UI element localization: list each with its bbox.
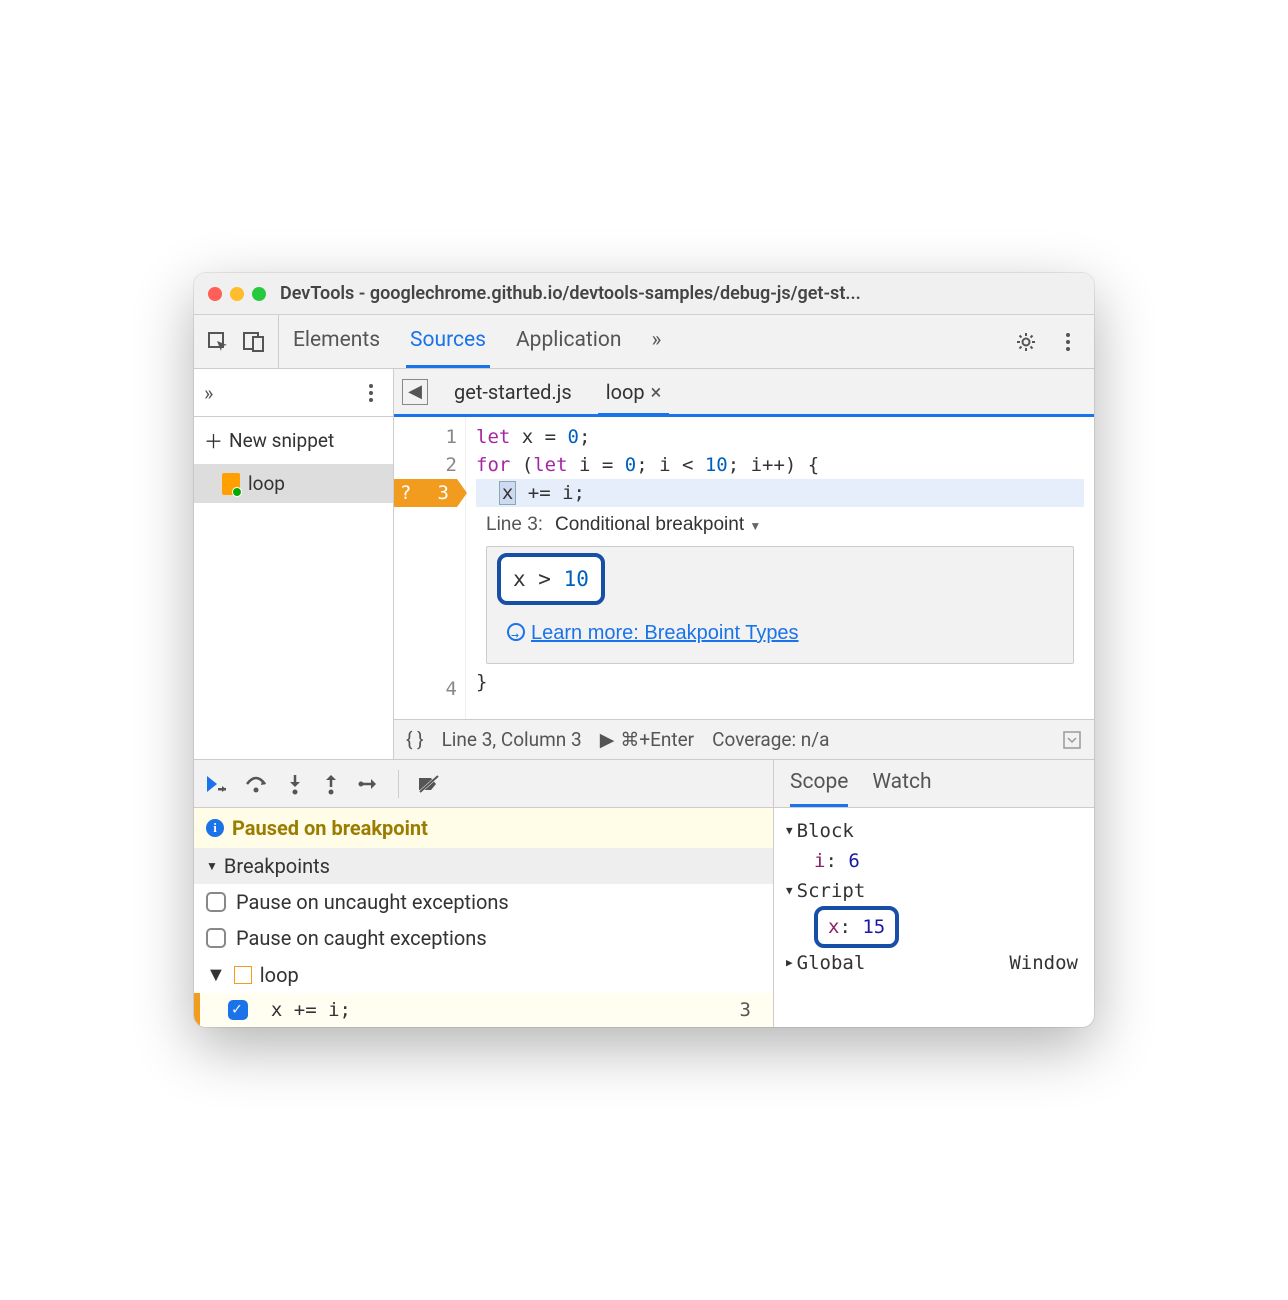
scope-tree: ▼Block i: 6 ▼Script x: 15 ▶Global Window [774,808,1094,986]
pretty-print-button[interactable]: { } [406,728,424,751]
window-title: DevTools - googlechrome.github.io/devtoo… [280,283,861,304]
code-editor[interactable]: let x = 0; for (let i = 0; i < 10; i++) … [466,417,1094,719]
breakpoints-section-header[interactable]: ▼Breakpoints [194,848,773,884]
scope-global-value: Window [1009,948,1078,978]
kebab-menu-icon[interactable] [1056,330,1080,354]
maximize-window-button[interactable] [252,287,266,301]
new-snippet-label: New snippet [229,429,334,452]
coverage-status: Coverage: n/a [712,728,829,751]
new-snippet-button[interactable]: ＋ New snippet [194,417,393,464]
traffic-lights [208,287,266,301]
navigator-overflow[interactable]: » [204,381,213,405]
cursor-position: Line 3, Column 3 [442,728,582,751]
step-out-button[interactable] [322,773,340,795]
breakpoint-editor-header: Line 3: Conditional breakpoint ▼ [486,511,1074,540]
resume-button[interactable] [204,773,226,795]
snippet-file-label: loop [248,472,285,495]
pause-uncaught-checkbox[interactable]: Pause on uncaught exceptions [194,884,773,920]
editor-status-bar: { } Line 3, Column 3 ▶ ⌘+Enter Coverage:… [394,719,1094,759]
tab-elements[interactable]: Elements [289,315,384,368]
run-snippet-button[interactable]: ▶ ⌘+Enter [600,728,694,751]
step-over-button[interactable] [244,774,268,794]
collapse-icon[interactable] [1062,730,1082,750]
plus-icon: ＋ [204,427,223,454]
breakpoint-enabled-checkbox[interactable] [228,1000,248,1020]
inspect-icon[interactable] [206,330,230,354]
editor-pane: ◀ get-started.js loop × 1 2 ?3 4 let x =… [394,369,1094,759]
minimize-window-button[interactable] [230,287,244,301]
pause-caught-checkbox[interactable]: Pause on caught exceptions [194,920,773,956]
scope-script[interactable]: ▼Script [786,876,1082,906]
line-gutter[interactable]: 1 2 ?3 4 [394,417,466,719]
breakpoint-entry[interactable]: x += i; 3 [194,993,773,1027]
scope-var-i: i: 6 [786,846,1082,876]
step-button[interactable] [358,776,380,792]
deactivate-breakpoints-button[interactable] [417,774,441,794]
watch-tab[interactable]: Watch [872,760,931,807]
debugger-controls [194,760,773,808]
paused-message: i Paused on breakpoint [194,808,773,848]
navigator-pane: » ＋ New snippet loop [194,369,394,759]
scope-var-x: x: 15 [786,906,1082,948]
breakpoint-marker[interactable]: ?3 [394,479,457,507]
tab-application[interactable]: Application [512,315,625,368]
breakpoint-type-dropdown[interactable]: Conditional breakpoint ▼ [555,511,761,540]
scope-block[interactable]: ▼Block [786,816,1082,846]
sources-panel: » ＋ New snippet loop ◀ get-started.js lo… [194,369,1094,759]
file-tab-get-started[interactable]: get-started.js [446,369,580,414]
breakpoint-file-header[interactable]: ▼ loop [194,956,773,993]
info-icon: i [206,819,224,837]
main-toolbar: Elements Sources Application » [194,315,1094,369]
learn-more-icon [507,623,525,641]
navigate-back-icon[interactable]: ◀ [402,379,428,405]
device-toggle-icon[interactable] [242,330,266,354]
devtools-window: DevTools - googlechrome.github.io/devtoo… [194,273,1094,1027]
tabs-overflow[interactable]: » [647,315,665,368]
snippet-badge-icon [234,966,252,984]
titlebar: DevTools - googlechrome.github.io/devtoo… [194,273,1094,315]
learn-more-link[interactable]: Learn more: Breakpoint Types [531,622,799,644]
scope-global[interactable]: ▶Global [786,948,865,978]
breakpoint-condition-editor: x > 10 Learn more: Breakpoint Types [486,546,1074,664]
snippet-file-loop[interactable]: loop [194,464,393,503]
snippet-file-icon [222,473,240,495]
close-window-button[interactable] [208,287,222,301]
tab-sources[interactable]: Sources [406,315,490,368]
settings-icon[interactable] [1014,330,1038,354]
close-tab-icon[interactable]: × [651,380,662,404]
breakpoint-condition-input[interactable]: x > 10 [497,553,605,605]
debugger-panel: i Paused on breakpoint ▼Breakpoints Paus… [194,759,1094,1027]
scope-tab[interactable]: Scope [790,760,848,807]
step-into-button[interactable] [286,773,304,795]
navigator-menu-icon[interactable] [359,381,383,405]
file-tab-loop[interactable]: loop × [598,371,670,416]
